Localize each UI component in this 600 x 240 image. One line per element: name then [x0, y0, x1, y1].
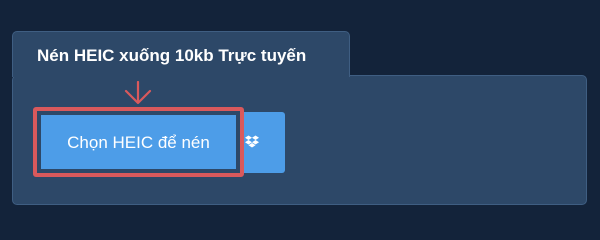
dropbox-icon: [245, 135, 259, 148]
dropbox-button[interactable]: [240, 112, 285, 173]
highlight-frame: Chọn HEIC để nén: [33, 107, 244, 177]
tab-title: Nén HEIC xuống 10kb Trực tuyến: [37, 46, 307, 65]
arrow-down-icon: [124, 81, 152, 105]
choose-heic-button[interactable]: Chọn HEIC để nén: [41, 115, 236, 169]
tool-tab: Nén HEIC xuống 10kb Trực tuyến: [12, 31, 350, 77]
